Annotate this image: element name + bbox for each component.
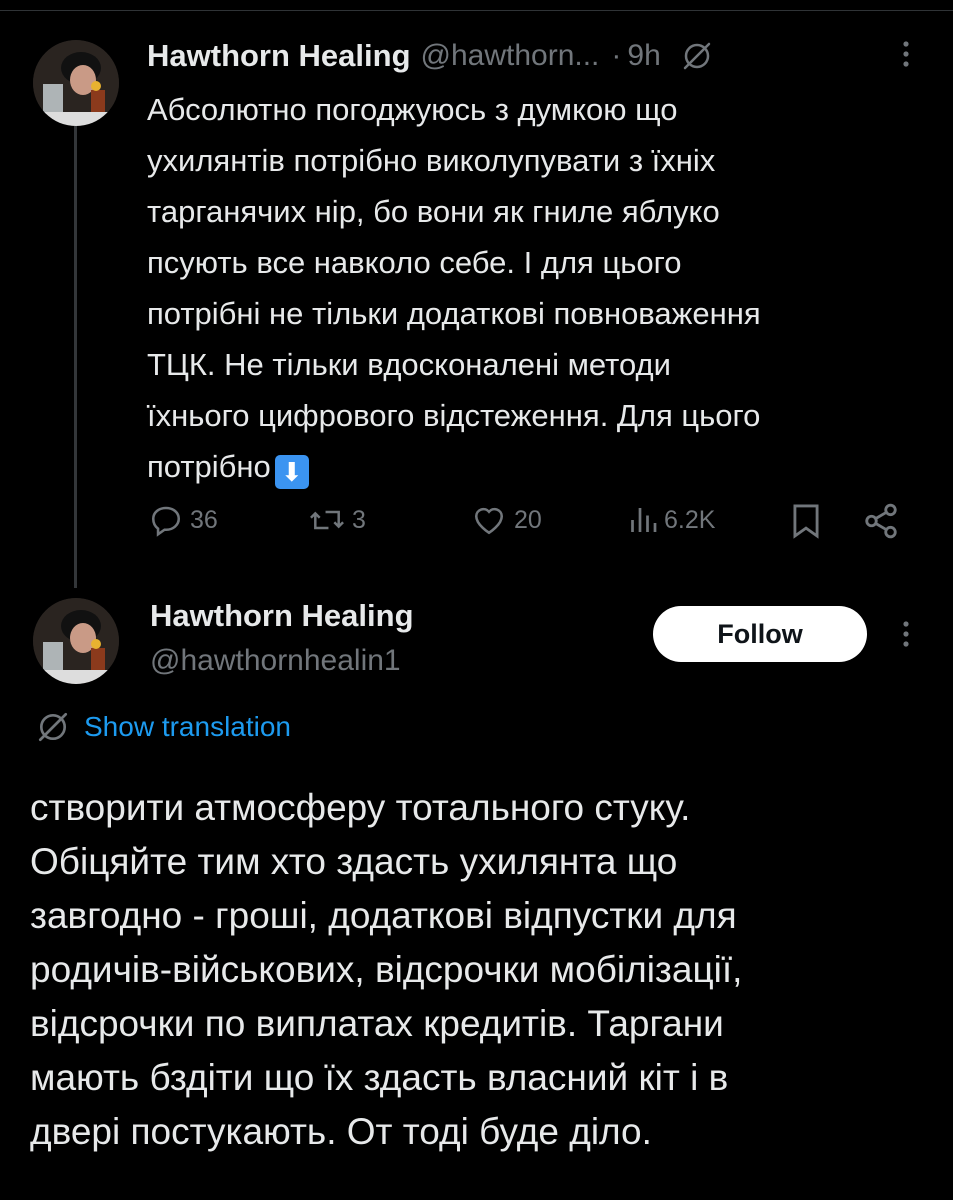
- share-button[interactable]: [862, 502, 900, 540]
- repost-icon: [310, 510, 344, 530]
- heart-icon: [474, 507, 504, 535]
- view-count: 6.2K: [664, 505, 716, 534]
- show-translation-link[interactable]: Show translation: [36, 710, 291, 744]
- grok-icon[interactable]: [681, 40, 713, 72]
- avatar[interactable]: [33, 598, 119, 684]
- action-bar: 36 3 20 6.2K: [0, 502, 953, 542]
- views-icon: [631, 508, 657, 532]
- user-handle[interactable]: @hawthornhealin1: [150, 644, 401, 678]
- repost-count: 3: [352, 505, 366, 534]
- top-divider: [0, 0, 953, 11]
- follow-button[interactable]: Follow: [653, 606, 867, 662]
- repost-button[interactable]: 3: [308, 502, 366, 538]
- like-button[interactable]: 20: [470, 502, 542, 538]
- reply-icon: [151, 506, 181, 537]
- down-arrow-emoji: ⬇: [274, 455, 309, 489]
- reply-count: 36: [190, 505, 218, 534]
- grok-icon: [38, 712, 68, 742]
- avatar-image: [33, 40, 119, 126]
- separator-dot: ·: [611, 39, 622, 72]
- display-name[interactable]: Hawthorn Healing: [147, 38, 411, 74]
- show-translation-label: Show translation: [84, 711, 292, 742]
- avatar-image: [33, 598, 119, 684]
- views-button[interactable]: 6.2K: [628, 502, 715, 538]
- bookmark-icon: [793, 504, 819, 539]
- timestamp[interactable]: 9h: [627, 39, 660, 73]
- reply-button[interactable]: 36: [148, 502, 218, 538]
- tweet-text: створити атмосферу тотального стуку. Обі…: [30, 787, 743, 1152]
- display-name[interactable]: Hawthorn Healing: [150, 598, 414, 634]
- more-options-icon[interactable]: [893, 38, 919, 70]
- avatar[interactable]: [33, 40, 119, 126]
- bookmark-button[interactable]: [790, 502, 822, 540]
- tweet-header: Hawthorn Healing @hawthorn... · 9h: [147, 34, 713, 78]
- like-count: 20: [514, 505, 542, 534]
- user-handle[interactable]: @hawthorn...: [421, 39, 600, 73]
- more-options-icon[interactable]: [893, 618, 919, 650]
- tweet-text-content: Абсолютно погоджуюсь з думкою що ухилянт…: [147, 92, 761, 484]
- share-icon: [865, 503, 897, 539]
- tweet-text: Абсолютно погоджуюсь з думкою що ухилянт…: [147, 84, 937, 492]
